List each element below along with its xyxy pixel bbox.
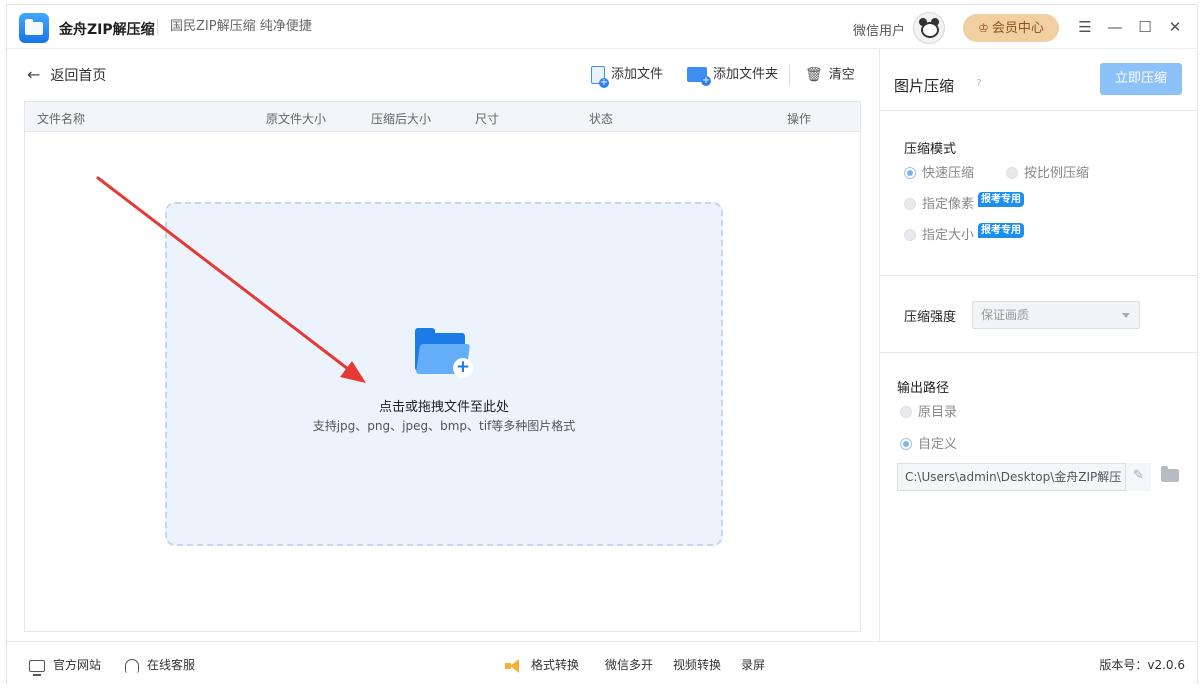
maximize-button[interactable]: ☐ [1135,17,1155,37]
drop-zone-title: 点击或拖拽文件至此处 [378,400,509,415]
file-drop-zone[interactable]: + 点击或拖拽文件至此处 支持jpg、png、jpeg、bmp、tif等多种图片… [165,202,723,546]
drop-zone-subtitle: 支持jpg、png、jpeg、bmp、tif等多种图片格式 [312,419,576,433]
format-convert-label: 格式转换 [531,658,580,672]
column-header: 操作 [787,112,812,126]
settings-header: 图片压缩 ? 立即压缩 [880,49,1197,111]
app-window: 金舟ZIP解压缩 国民ZIP解压缩 纯净便捷 微信用户 ♔ 会员中心 ☰ — ☐ … [6,4,1198,684]
menu-icon[interactable]: ☰ [1075,17,1095,37]
column-header: 原文件大小 [266,112,327,126]
table-header: 文件名称 原文件大小 压缩后大小 尺寸 状态 操作 [25,102,860,132]
column-header: 文件名称 [37,112,86,126]
arrow-left-icon: ← [27,65,41,84]
radio-pixel-compress[interactable]: 指定像素 [904,196,974,214]
file-table: 文件名称 原文件大小 压缩后大小 尺寸 状态 操作 + 点击或拖拽文件至此处 支… [24,101,861,632]
user-name[interactable]: 微信用户 [853,20,905,39]
avatar-face [921,22,939,38]
app-slogan: 国民ZIP解压缩 纯净便捷 [157,19,312,35]
plus-icon: + [453,358,473,378]
radio-custom-dir[interactable]: 自定义 [900,436,957,454]
add-file-icon [591,65,609,88]
column-header: 压缩后大小 [371,112,432,126]
add-folder-icon [687,67,711,86]
back-home-label: 返回首页 [50,68,107,84]
compress-strength-select[interactable]: 保证画质 [972,301,1140,329]
video-convert-link[interactable]: 视频转换 [673,656,721,673]
radio-ratio-compress[interactable]: 按比例压缩 [1006,165,1089,183]
app-logo-icon [19,13,49,43]
section-divider [880,352,1198,353]
radio-fast-compress[interactable]: 快速压缩 [904,165,974,183]
add-folder-button[interactable]: 添加文件夹 [687,63,778,87]
format-convert-link[interactable]: 格式转换 [505,656,579,673]
app-name: 金舟ZIP解压缩 [59,22,155,38]
output-path-input[interactable]: C:\Users\admin\Desktop\金舟ZIP解压 [897,463,1151,491]
footer: 官方网站 在线客服 格式转换 微信多开 视频转换 录屏 版本号：v2.0.6 [7,641,1197,684]
column-header: 状态 [589,112,614,126]
clear-button[interactable]: 🗑 清空 [805,63,855,87]
section-divider [880,275,1198,276]
compress-strength-value: 保证画质 [981,308,1030,322]
online-support-link[interactable]: 在线客服 [125,656,195,673]
clear-label: 清空 [828,67,855,83]
version-label: 版本号：v2.0.6 [1099,658,1185,672]
compress-mode-label: 压缩模式 [904,142,957,157]
screen-record-link[interactable]: 录屏 [741,656,765,673]
add-file-button[interactable]: 添加文件 [591,63,664,88]
add-folder-label: 添加文件夹 [713,67,779,82]
exam-badge: 报考专用 [978,192,1024,207]
online-support-label: 在线客服 [147,658,196,672]
minimize-button[interactable]: — [1105,17,1125,37]
vip-center-button[interactable]: ♔ 会员中心 [963,14,1059,42]
avatar[interactable] [913,12,945,44]
official-website-link[interactable]: 官方网站 [29,656,102,676]
megaphone-icon [505,658,523,673]
folder-add-icon: + [413,328,473,378]
radio-original-dir[interactable]: 原目录 [900,404,957,422]
headset-icon [125,658,139,673]
compress-now-button[interactable]: 立即压缩 [1100,63,1182,95]
edit-path-icon[interactable]: ✎ [1125,463,1151,491]
chevron-down-icon [1122,313,1130,318]
toolbar-divider [789,65,790,85]
trash-icon: 🗑 [805,67,823,83]
crown-icon: ♔ [978,21,989,35]
exam-badge: 报考专用 [978,223,1024,238]
wechat-multi-link[interactable]: 微信多开 [605,656,653,673]
output-path-label: 输出路径 [897,381,950,396]
column-header: 尺寸 [475,112,500,126]
compress-strength-label: 压缩强度 [904,310,957,325]
official-website-label: 官方网站 [53,658,102,672]
close-button[interactable]: ✕ [1165,17,1185,37]
radio-size-compress[interactable]: 指定大小 [904,227,974,245]
panel-title: 图片压缩 [894,77,955,95]
title-bar: 金舟ZIP解压缩 国民ZIP解压缩 纯净便捷 微信用户 ♔ 会员中心 ☰ — ☐ … [7,5,1197,49]
vip-label: 会员中心 [991,21,1044,36]
help-icon[interactable]: ? [972,77,986,91]
monitor-icon [29,659,45,676]
open-folder-icon[interactable] [1161,466,1179,482]
settings-panel: 图片压缩 ? 立即压缩 压缩模式 快速压缩 按比例压缩 指定像素 报考专用 指定… [879,49,1198,641]
back-home-button[interactable]: ← 返回首页 [27,63,106,87]
add-file-label: 添加文件 [611,67,664,82]
